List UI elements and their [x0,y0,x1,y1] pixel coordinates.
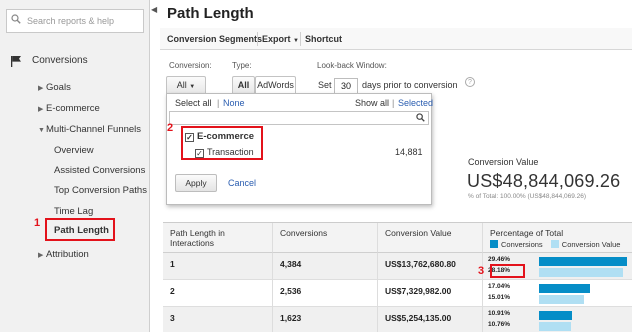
sidebar-item-assisted-conversions[interactable]: Assisted Conversions [54,165,145,176]
sidebar-item-label: Goals [46,82,71,93]
legend-conversion-value: Conversion Value [561,240,621,249]
toolbar: Conversion Segments Export ▼ Shortcut [160,28,632,50]
percentage-header-label: Percentage of Total [490,228,564,238]
caret-right-icon: ▶ [38,252,44,259]
toolbar-divider [257,32,258,46]
annotation-highlight-path-length [45,218,115,241]
sidebar-item-label: E-commerce [46,103,100,114]
dropdown-search-field[interactable] [169,111,429,125]
summary-value: US$48,844,069.26 [467,171,621,191]
cancel-link[interactable]: Cancel [228,178,256,188]
transaction-count: 14,881 [395,147,423,157]
search-icon [11,14,25,28]
conversion-label: Conversion: [169,61,212,70]
pct-conversion-value: 10.76% [488,321,511,328]
caret-right-icon: ▶ [38,85,44,92]
pct-conversions: 17.04% [488,283,511,290]
main-content: Path Length Conversion Segments Export ▼… [160,0,632,332]
conversion-dropdown-panel: Select all | None Show all | Selected ✓ E… [166,93,433,205]
show-all-link[interactable]: Show all [355,98,389,108]
cell-conversion-value: US$5,254,135.00 [378,307,483,332]
select-none-link[interactable]: None [223,98,245,108]
cell-conversion-value: US$7,329,982.00 [378,280,483,307]
bar-conversion-value [539,295,584,304]
bar-conversions [539,284,590,293]
pct-conversions: 29.46% [488,256,511,263]
sidebar-item-overview[interactable]: Overview [54,145,94,156]
table-row[interactable]: 2 2,536 US$7,329,982.00 17.04% 15.01% [163,280,632,307]
cell-path-length: 2 [163,280,273,307]
summary-percent-of-total: % of Total: 100.00% (US$48,844,069.26) [468,193,587,200]
sidebar-item-label: Attribution [46,249,89,260]
cell-conversion-value: US$13,762,680.80 [378,253,483,280]
conversion-segments-button[interactable]: Conversion Segments [167,34,262,44]
bar-conversion-value [539,268,623,277]
sidebar-item-ecommerce[interactable]: ▶ E-commerce [38,103,100,114]
link-separator: | [392,98,395,108]
column-header-conversion-value[interactable]: Conversion Value [378,223,483,253]
shortcut-button[interactable]: Shortcut [305,34,342,44]
pct-conversions: 10.91% [488,310,511,317]
caret-down-icon: ▼ [38,127,45,134]
chevron-down-icon: ▼ [189,84,196,90]
toolbar-divider [300,32,301,46]
link-separator: | [217,98,220,108]
column-header-conversions[interactable]: Conversions [273,223,378,253]
collapse-sidebar-icon[interactable]: ◀ [151,5,159,17]
column-header-path-length[interactable]: Path Length in Interactions [163,223,273,253]
bar-conversion-value [539,322,571,331]
cell-conversions: 2,536 [273,280,378,307]
search-box[interactable] [6,9,144,33]
set-label: Set [318,80,332,90]
bar-conversions [539,257,627,266]
caret-right-icon: ▶ [38,106,44,113]
percentage-legend: Conversions Conversion Value [490,240,625,250]
sidebar-item-multi-channel-funnels[interactable]: ▼Multi-Channel Funnels [38,124,141,135]
show-selected-link[interactable]: Selected [398,98,433,108]
sidebar-item-label: Multi-Channel Funnels [46,124,142,135]
pct-conversion-value: 15.01% [488,294,511,301]
conversion-dropdown-value: All [176,80,187,90]
page-title: Path Length [167,5,254,22]
sidebar-item-time-lag[interactable]: Time Lag [54,206,93,217]
lookback-days-input[interactable]: 30 [334,78,358,94]
column-header-percentage: Percentage of Total Conversions Conversi… [483,223,632,253]
nav-section-conversions[interactable]: Conversions [32,55,88,66]
table-row[interactable]: 3 1,623 US$5,254,135.00 10.91% 10.76% [163,307,632,332]
annotation-highlight-ecommerce [181,126,263,160]
annotation-highlight-pct [490,264,525,278]
path-length-table: Path Length in Interactions Conversions … [163,222,632,332]
bar-conversions [539,311,572,320]
apply-button[interactable]: Apply [175,174,217,192]
sidebar-item-goals[interactable]: ▶ Goals [38,82,71,93]
cell-conversions: 4,384 [273,253,378,280]
annotation-number-3: 3 [478,265,485,277]
search-input[interactable] [27,14,139,28]
legend-swatch-conversion-value [550,240,559,248]
sidebar-item-top-conversion-paths[interactable]: Top Conversion Paths [54,185,147,196]
export-label: Export [262,34,291,44]
sidebar-item-attribution[interactable]: ▶ Attribution [38,249,89,260]
legend-swatch-conversions [490,240,498,248]
flag-icon [10,55,22,67]
chevron-down-icon: ▼ [293,38,299,44]
annotation-number-1: 1 [34,217,41,229]
export-button[interactable]: Export ▼ [262,34,299,44]
help-icon[interactable]: ? [465,77,475,87]
table-row[interactable]: 1 4,384 US$13,762,680.80 29.46% 28.18% [163,253,632,280]
select-all-link[interactable]: Select all [175,98,212,108]
summary-label: Conversion Value [468,157,539,167]
legend-conversions: Conversions [501,240,543,249]
type-label: Type: [232,61,252,70]
cell-path-length: 1 [163,253,273,280]
cell-conversions: 1,623 [273,307,378,332]
search-icon [416,113,425,124]
cell-path-length: 3 [163,307,273,332]
annotation-number-2: 2 [167,122,174,134]
lookback-label: Look-back Window: [317,61,387,70]
days-prior-label: days prior to conversion [362,80,458,90]
sidebar: Conversions ▶Goals ▶E-commerce ▼Multi-Ch… [0,0,150,332]
